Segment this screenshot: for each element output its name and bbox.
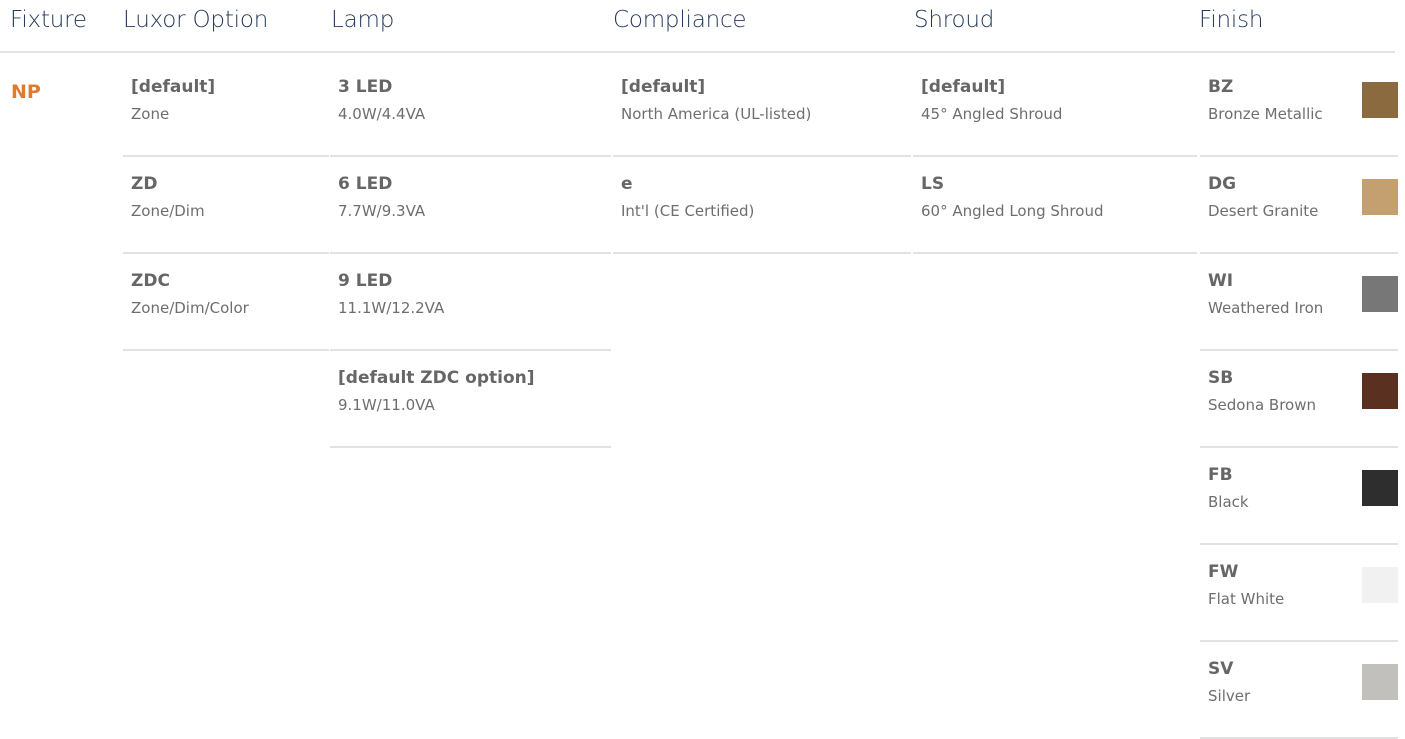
finish-swatch[interactable]	[1362, 276, 1398, 312]
lamp-description: 11.1W/12.2VA	[338, 299, 445, 317]
finish-description: Black	[1208, 493, 1249, 511]
finish-swatch[interactable]	[1362, 664, 1398, 700]
finish-column: BZ Bronze Metallic DG Desert Granite WI …	[1200, 60, 1398, 739]
finish-code: FB	[1208, 465, 1233, 485]
header-fixture: Fixture	[10, 7, 87, 33]
compliance-column: [default] North America (UL-listed) e In…	[613, 60, 911, 254]
finish-code: WI	[1208, 271, 1234, 291]
finish-code: SV	[1208, 659, 1234, 679]
finish-description: Sedona Brown	[1208, 396, 1316, 414]
fixture-code: NP	[11, 81, 41, 103]
option-code: [default]	[131, 77, 216, 97]
finish-description: Bronze Metallic	[1208, 105, 1323, 123]
shroud-item[interactable]: LS 60° Angled Long Shroud	[913, 157, 1197, 254]
option-description: Zone	[131, 105, 170, 123]
header-luxor-option: Luxor Option	[123, 7, 269, 33]
lamp-item[interactable]: 9 LED 11.1W/12.2VA	[330, 254, 611, 351]
finish-swatch[interactable]	[1362, 82, 1398, 118]
finish-description: Desert Granite	[1208, 202, 1319, 220]
finish-code: BZ	[1208, 77, 1234, 97]
shroud-code: LS	[921, 174, 945, 194]
lamp-item[interactable]: [default ZDC option] 9.1W/11.0VA	[330, 351, 611, 448]
lamp-description: 7.7W/9.3VA	[338, 202, 426, 220]
finish-item[interactable]: FW Flat White	[1200, 545, 1398, 642]
header-divider	[0, 51, 1395, 53]
compliance-code: e	[621, 174, 633, 194]
compliance-description: North America (UL-listed)	[621, 105, 812, 123]
finish-swatch[interactable]	[1362, 470, 1398, 506]
finish-code: SB	[1208, 368, 1234, 388]
shroud-code: [default]	[921, 77, 1006, 97]
option-code: ZDC	[131, 271, 170, 291]
luxor-option-item[interactable]: ZDC Zone/Dim/Color	[123, 254, 329, 351]
finish-description: Flat White	[1208, 590, 1285, 608]
compliance-description: Int'l (CE Certified)	[621, 202, 755, 220]
option-code: ZD	[131, 174, 158, 194]
finish-description: Weathered Iron	[1208, 299, 1324, 317]
lamp-code: 6 LED	[338, 174, 393, 194]
finish-description: Silver	[1208, 687, 1251, 705]
header-lamp: Lamp	[331, 7, 395, 33]
finish-item[interactable]: SV Silver	[1200, 642, 1398, 739]
finish-swatch[interactable]	[1362, 373, 1398, 409]
compliance-item[interactable]: [default] North America (UL-listed)	[613, 60, 911, 157]
luxor-option-item[interactable]: ZD Zone/Dim	[123, 157, 329, 254]
table-header: Fixture Luxor Option Lamp Compliance Shr…	[0, 0, 1405, 54]
finish-swatch[interactable]	[1362, 567, 1398, 603]
shroud-item[interactable]: [default] 45° Angled Shroud	[913, 60, 1197, 157]
finish-item[interactable]: SB Sedona Brown	[1200, 351, 1398, 448]
shroud-description: 60° Angled Long Shroud	[921, 202, 1104, 220]
finish-item[interactable]: BZ Bronze Metallic	[1200, 60, 1398, 157]
shroud-column: [default] 45° Angled Shroud LS 60° Angle…	[913, 60, 1197, 254]
header-compliance: Compliance	[613, 7, 747, 33]
lamp-code: [default ZDC option]	[338, 368, 535, 388]
lamp-item[interactable]: 3 LED 4.0W/4.4VA	[330, 60, 611, 157]
shroud-description: 45° Angled Shroud	[921, 105, 1063, 123]
finish-item[interactable]: DG Desert Granite	[1200, 157, 1398, 254]
lamp-description: 9.1W/11.0VA	[338, 396, 435, 414]
lamp-code: 9 LED	[338, 271, 393, 291]
luxor-option-column: [default] Zone ZD Zone/Dim ZDC Zone/Dim/…	[123, 60, 329, 351]
finish-item[interactable]: WI Weathered Iron	[1200, 254, 1398, 351]
compliance-code: [default]	[621, 77, 706, 97]
finish-item[interactable]: FB Black	[1200, 448, 1398, 545]
lamp-code: 3 LED	[338, 77, 393, 97]
lamp-item[interactable]: 6 LED 7.7W/9.3VA	[330, 157, 611, 254]
lamp-description: 4.0W/4.4VA	[338, 105, 426, 123]
option-description: Zone/Dim	[131, 202, 205, 220]
finish-code: FW	[1208, 562, 1239, 582]
finish-swatch[interactable]	[1362, 179, 1398, 215]
lamp-column: 3 LED 4.0W/4.4VA 6 LED 7.7W/9.3VA 9 LED …	[330, 60, 611, 448]
luxor-option-item[interactable]: [default] Zone	[123, 60, 329, 157]
option-description: Zone/Dim/Color	[131, 299, 249, 317]
finish-code: DG	[1208, 174, 1237, 194]
header-finish: Finish	[1199, 7, 1264, 33]
header-shroud: Shroud	[914, 7, 995, 33]
compliance-item[interactable]: e Int'l (CE Certified)	[613, 157, 911, 254]
